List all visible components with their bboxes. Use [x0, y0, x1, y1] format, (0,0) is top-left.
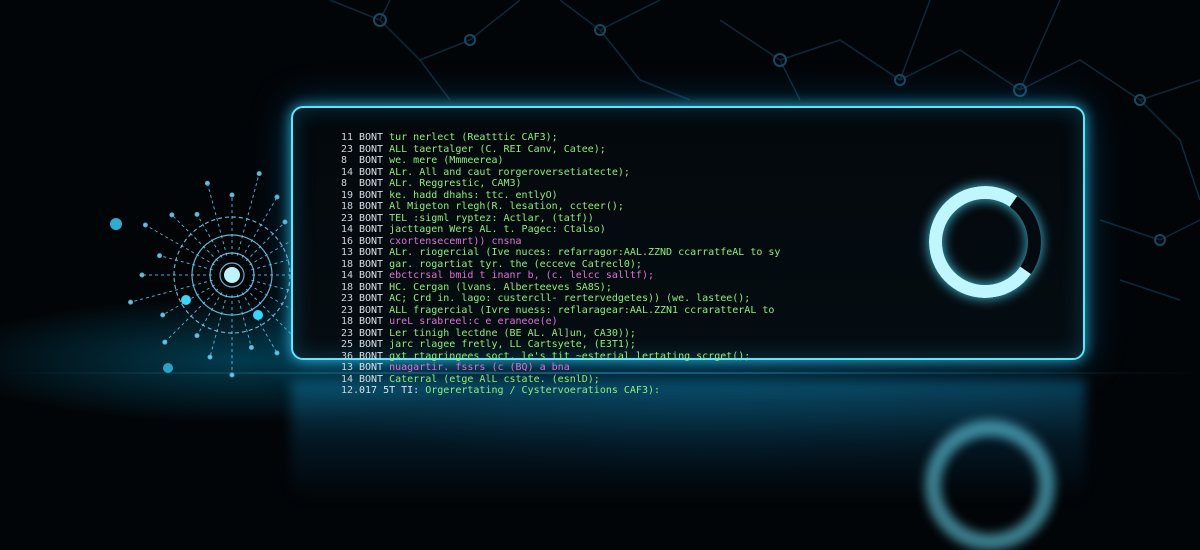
line-number: 11 [341, 132, 354, 143]
line-number: 25 [341, 339, 354, 350]
code-keyword: BONT [359, 281, 384, 293]
line-number: 8 [341, 178, 348, 189]
line-number: 18 [341, 281, 354, 293]
code-line: 13 BONT nuagartir. fssrs (c (BQ) a bna [341, 362, 781, 374]
code-keyword: BONT [359, 212, 384, 224]
code-line: 18 BONT ureL srabreel:c e eraneoe(e) [341, 316, 781, 328]
code-line: 23 BONT TEL :sigml ryptez: Actlar, (tatf)) [341, 213, 781, 225]
code-text: ALL taertalger (C. REI Canv, Catee); [389, 143, 606, 155]
line-number: 23 [341, 304, 354, 316]
code-keyword: BONT [359, 293, 384, 304]
line-number: 18 [341, 316, 354, 327]
line-number: 18 [341, 201, 354, 212]
code-text: HC. Cergan (lvans. Alberteeves SA8S); [389, 281, 612, 293]
code-keyword: BONT [359, 327, 384, 339]
code-keyword: BONT [359, 258, 384, 270]
code-line: 18 BONT gar. rogartiat tyr. the (ecceve Ca… [341, 259, 781, 271]
code-text: nuagartir. fssrs (c (BQ) a bna [389, 362, 570, 373]
code-text: jacttagen Wers AL. t. Pagec: Ctalso) [389, 224, 606, 235]
code-keyword: BONT [359, 316, 384, 327]
code-text: TEL :sigml ryptez: Actlar, (tatf)) [389, 212, 594, 224]
code-keyword: BONT [359, 189, 384, 201]
code-line: 14 BONT ebctcrsal bmid t inanr b, (c. lelc… [341, 270, 781, 282]
code-line: 8 BONT we. mere (Mmmeerea) [341, 155, 781, 167]
line-number: 14 [341, 224, 354, 235]
line-number: 18 [341, 258, 354, 270]
code-keyword: BONT [359, 339, 384, 350]
code-line: 14 BONT ALr. All and caut rorgeroversetiat… [341, 167, 781, 179]
code-keyword: BONT [359, 155, 384, 166]
code-text: cxortensecemrt)) cnsna [389, 235, 522, 247]
code-line: 23 BONT ALL fragercial (Ivre nuess: reflar… [341, 305, 781, 317]
code-keyword: BONT [359, 235, 384, 247]
code-text: we. mere (Mmmeerea) [389, 155, 504, 166]
line-number: 14 [341, 166, 354, 178]
code-text: ALr. All and caut rorgeroversetiatecte); [389, 166, 630, 178]
code-keyword: BONT [359, 362, 384, 373]
line-number: 23 [341, 143, 354, 155]
code-text: ke. hadd dhahs: ttc. entlyO) [389, 189, 558, 201]
code-line: 16 BONT cxortensecemrt)) cnsna [341, 236, 781, 248]
code-line: 25 BONT jarc rlagee fretly, LL Cartsyete, … [341, 339, 781, 351]
line-number: 36 [341, 350, 354, 362]
code-keyword: BONT [359, 143, 384, 155]
line-number: 19 [341, 189, 354, 201]
code-listing: 11 BONT tur nerlect (Reatttic CAF3); 23 BONT… [341, 132, 781, 397]
code-panel: 11 BONT tur nerlect (Reatttic CAF3); 23 BONT… [291, 106, 1085, 396]
line-number: 13 [341, 362, 354, 373]
code-line: 23 BONT Ler tinigh lectdne (BE AL. Al]un, … [341, 328, 781, 340]
code-text: Orgerertating / Cystervoerations CAF3): [425, 385, 661, 396]
code-keyword: BONT [359, 373, 384, 385]
code-text: ebctcrsal bmid t inanr b, (c. lelcc sall… [389, 270, 654, 281]
code-text: Caterral (etge AlL cstate. (esnlD); [389, 373, 600, 385]
line-number: 14 [341, 373, 354, 385]
code-keyword: BONT [359, 304, 384, 316]
code-keyword: BONT [359, 270, 384, 281]
code-text: Ler tinigh lectdne (BE AL. Al]un, CA30))… [389, 327, 636, 339]
code-line: 18 BONT HC. Cergan (lvans. Alberteeves SA8… [341, 282, 781, 294]
line-number: 23 [341, 212, 354, 224]
code-text: ALr. Reggrestic, CAM3) [389, 178, 522, 189]
code-text: jarc rlagee fretly, LL Cartsyete, (E3T1)… [389, 339, 636, 350]
code-keyword: BONT [359, 178, 384, 189]
code-line: 13 BONT ALr. riogercial (Ive nuces: refarr… [341, 247, 781, 259]
line-number: 13 [341, 247, 354, 258]
code-keyword: BONT [359, 166, 384, 178]
code-text: tur nerlect (Reatttic CAF3); [389, 132, 558, 143]
code-keyword: BONT [359, 350, 384, 362]
code-text: ALL fragercial (Ivre nuess: reflaragear:… [389, 304, 781, 316]
code-text: AC; Crd in. lago: custercll- rertervedge… [389, 293, 751, 304]
code-text: Al Migeton rlegh(R. lesation, ccteer(); [389, 201, 624, 212]
code-line: 11 BONT tur nerlect (Reatttic CAF3); [341, 132, 781, 144]
line-number: 14 [341, 270, 354, 281]
code-line: 14 BONT jacttagen Wers AL. t. Pagec: Ctals… [341, 224, 781, 236]
code-keyword: BONT [359, 247, 384, 258]
code-text: gar. rogartiat tyr. the (ecceve Catrecl0… [389, 258, 642, 270]
code-line: 19 BONT ke. hadd dhahs: ttc. entlyO) [341, 190, 781, 202]
code-line: 12. 017 5T TI: Orgerertating / Cystervoera… [341, 385, 781, 397]
code-line: 36 BONT gxt rtagringees soct. le's tit ~es… [341, 351, 781, 363]
line-number: 23 [341, 293, 354, 304]
code-text: ureL srabreel:c e eraneoe(e) [389, 316, 558, 327]
code-line: 14 BONT Caterral (etge AlL cstate. (esnlD)… [341, 374, 781, 386]
line-number: 8 [341, 155, 348, 166]
code-line: 18 BONT Al Migeton rlegh(R. lesation, ccte… [341, 201, 781, 213]
code-line: 23 BONT ALL taertalger (C. REI Canv, Catee… [341, 144, 781, 156]
code-line: 23 BONT AC; Crd in. lago: custercll- rerte… [341, 293, 781, 305]
line-number: 16 [341, 235, 354, 247]
code-line: 8 BONT ALr. Reggrestic, CAM3) [341, 178, 781, 190]
code-keyword: BONT [359, 201, 384, 212]
ring-reflection [925, 420, 1055, 550]
code-keyword: BONT [359, 132, 384, 143]
power-ring-icon [920, 177, 1050, 307]
code-keyword: 017 5T TI: [359, 385, 420, 396]
code-keyword: BONT [359, 224, 384, 235]
code-text: gxt rtagringees soct. le's tit ~esterial… [389, 350, 751, 362]
line-number: 12. [341, 385, 360, 396]
line-number: 23 [341, 327, 354, 339]
code-text: ALr. riogercial (Ive nuces: refarragor:A… [389, 247, 781, 258]
